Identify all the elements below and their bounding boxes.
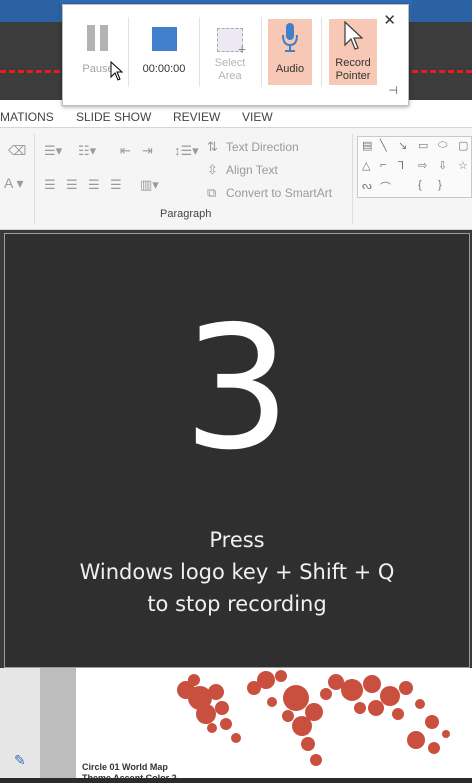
- toolbar-separator: [321, 17, 322, 87]
- tab-review[interactable]: REVIEW: [173, 110, 220, 124]
- recording-timer: 00:00:00: [142, 63, 186, 75]
- toolbar-separator: [261, 17, 262, 87]
- freeform-shape-icon[interactable]: ᔓ: [362, 179, 372, 192]
- line-shape-icon[interactable]: ╲: [380, 139, 387, 152]
- select-area-button[interactable]: + Select Area: [205, 19, 255, 85]
- microphone-icon: [282, 23, 298, 52]
- tab-animations[interactable]: MATIONS: [0, 110, 54, 124]
- align-text-button[interactable]: Align Text: [226, 163, 278, 177]
- pointer-icon: [344, 21, 363, 50]
- select-area-label-2: Area: [218, 70, 242, 82]
- record-pointer-label-2: Pointer: [335, 70, 371, 82]
- toolbar-separator: [128, 17, 129, 87]
- stop-button[interactable]: 00:00:00: [135, 19, 193, 85]
- textbox-shape-icon[interactable]: ▤: [362, 139, 372, 152]
- align-text-icon: ⇳: [207, 162, 218, 177]
- brace-right-shape-icon[interactable]: }: [438, 179, 442, 191]
- plus-icon: +: [238, 41, 247, 57]
- decrease-indent-icon[interactable]: ⇤: [120, 144, 131, 158]
- toolbar-separator: [199, 17, 200, 87]
- convert-smartart-button[interactable]: Convert to SmartArt: [226, 186, 332, 200]
- screen: MATIONS SLIDE SHOW REVIEW VIEW ⌫ A ▾ ☰▾ …: [0, 0, 472, 783]
- brace-left-shape-icon[interactable]: {: [418, 179, 422, 191]
- bullets-icon[interactable]: ☰▾: [44, 144, 62, 158]
- recording-countdown-overlay: 3 Press Windows logo key + Shift + Q to …: [4, 233, 470, 668]
- mouse-cursor-icon: [110, 61, 124, 81]
- rounded-rect-shape-icon[interactable]: ▢: [458, 139, 468, 152]
- increase-indent-icon[interactable]: ⇥: [142, 144, 153, 158]
- record-pointer-toggle[interactable]: Record Pointer: [329, 19, 377, 85]
- stop-icon: [152, 27, 177, 51]
- group-separator: [34, 134, 35, 224]
- shapes-gallery[interactable]: ▤ ╲ ↘ ▭ ⬭ ▢ △ ⌐ ⅂ ⇨ ⇩ ☆ ᔓ ⌒ { }: [357, 136, 472, 198]
- paragraph-group-label: Paragraph: [160, 208, 212, 220]
- smartart-icon: ⧉: [207, 185, 217, 200]
- countdown-number: 3: [182, 290, 292, 488]
- group-separator: [352, 134, 353, 224]
- record-pointer-label-1: Record: [335, 57, 371, 69]
- text-direction-icon: ⇅: [207, 139, 218, 154]
- align-left-icon[interactable]: ☰: [44, 178, 56, 192]
- tab-view[interactable]: VIEW: [242, 110, 273, 124]
- pin-icon[interactable]: ⊣: [388, 84, 398, 97]
- columns-icon[interactable]: ▥▾: [140, 178, 159, 192]
- slide-thumbnail-pane: [40, 668, 76, 783]
- tab-slide-show[interactable]: SLIDE SHOW: [76, 110, 151, 124]
- title-tab-right: [412, 0, 472, 22]
- select-area-label-1: Select: [214, 57, 246, 69]
- curve-shape-icon[interactable]: ⌒: [380, 179, 391, 195]
- clear-format-icon[interactable]: ⌫: [8, 144, 26, 158]
- audio-toggle[interactable]: Audio: [268, 19, 312, 85]
- arrow-shape-icon[interactable]: ↘: [398, 139, 407, 152]
- slide-workspace: [0, 668, 472, 783]
- elbow-shape-icon[interactable]: ⅂: [398, 159, 404, 172]
- text-direction-button[interactable]: Text Direction: [226, 140, 299, 154]
- align-center-icon[interactable]: ☰: [66, 178, 78, 192]
- title-tab-left: [0, 0, 60, 22]
- oval-shape-icon[interactable]: ⬭: [438, 139, 447, 152]
- audio-label: Audio: [275, 63, 305, 75]
- close-icon[interactable]: ✕: [383, 11, 396, 29]
- status-bar: [0, 778, 472, 783]
- pause-icon: [87, 25, 109, 51]
- countdown-hint-line-2: Windows logo key + Shift + Q: [79, 560, 395, 584]
- numbering-icon[interactable]: ☷▾: [78, 144, 96, 158]
- line-spacing-icon[interactable]: ↕☰▾: [174, 144, 199, 158]
- countdown-hint-line-1: Press: [209, 528, 265, 552]
- arrow-down-shape-icon[interactable]: ⇩: [438, 159, 447, 172]
- rectangle-shape-icon[interactable]: ▭: [418, 139, 428, 152]
- arrow-right-shape-icon[interactable]: ⇨: [418, 159, 427, 172]
- countdown-hint-line-3: to stop recording: [147, 592, 327, 616]
- font-color-icon[interactable]: A ▾: [4, 176, 23, 190]
- connector-shape-icon[interactable]: ⌐: [380, 159, 386, 171]
- star-shape-icon[interactable]: ☆: [458, 159, 468, 172]
- screen-recording-toolbar: Pause 00:00:00 + Select Area Audio Recor…: [62, 4, 409, 106]
- pencil-icon[interactable]: ✎: [14, 752, 26, 769]
- triangle-shape-icon[interactable]: △: [362, 159, 370, 172]
- justify-icon[interactable]: ☰: [110, 178, 122, 192]
- slide-caption-1: Circle 01 World Map: [82, 762, 168, 772]
- align-right-icon[interactable]: ☰: [88, 178, 100, 192]
